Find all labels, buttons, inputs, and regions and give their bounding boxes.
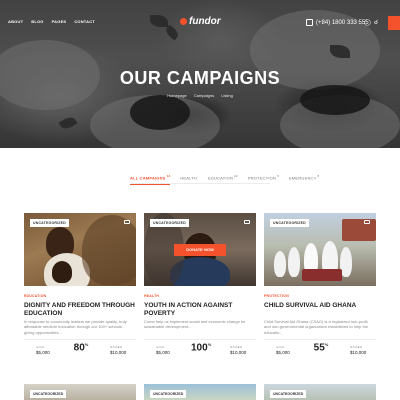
raised-value: $10,000: [110, 350, 127, 355]
campaign-card[interactable]: UNCATEGORIZED: [24, 384, 136, 400]
page-title: OUR CAMPAIGNS: [119, 68, 281, 88]
nav-link-pages[interactable]: PAGES: [52, 19, 67, 24]
campaign-card[interactable]: UNCATEGORIZED EDUCATION DIGNITY AND FREE…: [24, 213, 136, 378]
campaign-card[interactable]: UNCATEGORIZED: [144, 384, 256, 400]
goal-stat: GOAL $5,000: [276, 345, 290, 355]
logo-text: fundor: [189, 16, 221, 27]
card-divider: [24, 339, 136, 340]
raised-stat: RAISED $10,000: [350, 345, 366, 355]
campaign-category[interactable]: PROTECTION: [264, 294, 289, 298]
raised-stat: RAISED $10,000: [230, 345, 246, 355]
raised-label: RAISED: [230, 345, 243, 349]
phone-contact[interactable]: (+84) 1800 333 555: [306, 19, 369, 26]
category-badge: UNCATEGORIZED: [270, 390, 307, 398]
progress-percent: 100%: [191, 342, 212, 354]
camera-icon: [244, 220, 250, 224]
nav-link-contact[interactable]: CONTACT: [74, 19, 95, 24]
goal-stat: GOAL $5,000: [36, 345, 50, 355]
category-badge: UNCATEGORIZED: [150, 390, 187, 398]
breadcrumb-listing: Listing: [221, 93, 233, 98]
campaign-title[interactable]: DIGNITY AND FREEDOM THROUGH EDUCATION: [24, 302, 136, 318]
menu-button[interactable]: [388, 16, 400, 30]
category-badge: UNCATEGORIZED: [150, 219, 189, 227]
campaign-image[interactable]: UNCATEGORIZED: [264, 213, 376, 286]
campaign-card[interactable]: UNCATEGORIZED PROTECTION CHILD SURVIVAL …: [264, 213, 376, 378]
goal-label: GOAL: [156, 345, 166, 349]
campaign-description: Come help us implement social and econom…: [144, 319, 246, 330]
user-icon[interactable]: ◯: [364, 19, 371, 27]
camera-icon: [124, 220, 130, 224]
breadcrumb-home[interactable]: Homepage: [167, 93, 187, 98]
campaign-description: In response to community leaders we prov…: [24, 319, 127, 335]
raised-stat: RAISED $10,000: [110, 345, 126, 355]
search-icon[interactable]: ☌: [374, 19, 378, 27]
campaign-card[interactable]: UNCATEGORIZED: [264, 384, 376, 400]
nav-link-about[interactable]: ABOUT: [8, 19, 23, 24]
campaign-description: Child Survival Aid Ghana (CSAG) is a reg…: [264, 319, 369, 335]
category-badge: UNCATEGORIZED: [30, 390, 67, 398]
camera-icon: [364, 220, 370, 224]
goal-value: $5,000: [156, 350, 170, 355]
breadcrumb-campaigns[interactable]: Campaigns: [194, 93, 214, 98]
raised-label: RAISED: [350, 345, 363, 349]
category-badge: UNCATEGORIZED: [270, 219, 309, 227]
goal-value: $5,000: [36, 350, 50, 355]
top-navigation: ABOUT BLOG PAGES CONTACT fundor (+84) 18…: [0, 14, 400, 32]
campaign-image[interactable]: UNCATEGORIZED: [24, 213, 136, 286]
progress-percent: 80%: [73, 342, 89, 354]
campaign-title[interactable]: CHILD SURVIVAL AID GHANA: [264, 302, 376, 310]
raised-value: $10,000: [350, 350, 367, 355]
campaign-title[interactable]: YOUTH IN ACTION AGAINST POVERTY: [144, 302, 256, 318]
campaign-card[interactable]: UNCATEGORIZED DONATE NOW HEALTH YOUTH IN…: [144, 213, 256, 378]
donate-now-button[interactable]: DONATE NOW: [174, 244, 226, 256]
goal-label: GOAL: [276, 345, 286, 349]
site-logo[interactable]: fundor: [180, 16, 221, 27]
breadcrumb: Homepage Campaigns Listing: [0, 93, 400, 98]
goal-label: GOAL: [36, 345, 46, 349]
logo-mark-icon: [180, 18, 187, 25]
raised-label: RAISED: [110, 345, 123, 349]
tabs-divider: [130, 183, 270, 184]
phone-icon: [306, 19, 313, 26]
goal-stat: GOAL $5,000: [156, 345, 170, 355]
nav-link-blog[interactable]: BLOG: [31, 19, 43, 24]
goal-value: $5,000: [276, 350, 290, 355]
progress-percent: 55%: [313, 342, 329, 354]
phone-number: (+84) 1800 333 555: [316, 19, 369, 26]
campaign-category[interactable]: HEALTH: [144, 294, 159, 298]
hero-banner: ABOUT BLOG PAGES CONTACT fundor (+84) 18…: [0, 0, 400, 148]
raised-value: $10,000: [230, 350, 247, 355]
campaign-category[interactable]: EDUCATION: [24, 294, 46, 298]
tab-emergency[interactable]: EMERGENCY8: [289, 174, 319, 185]
card-divider: [144, 339, 256, 340]
campaign-image[interactable]: UNCATEGORIZED DONATE NOW: [144, 213, 256, 286]
card-divider: [264, 339, 376, 340]
category-badge: UNCATEGORIZED: [30, 219, 69, 227]
